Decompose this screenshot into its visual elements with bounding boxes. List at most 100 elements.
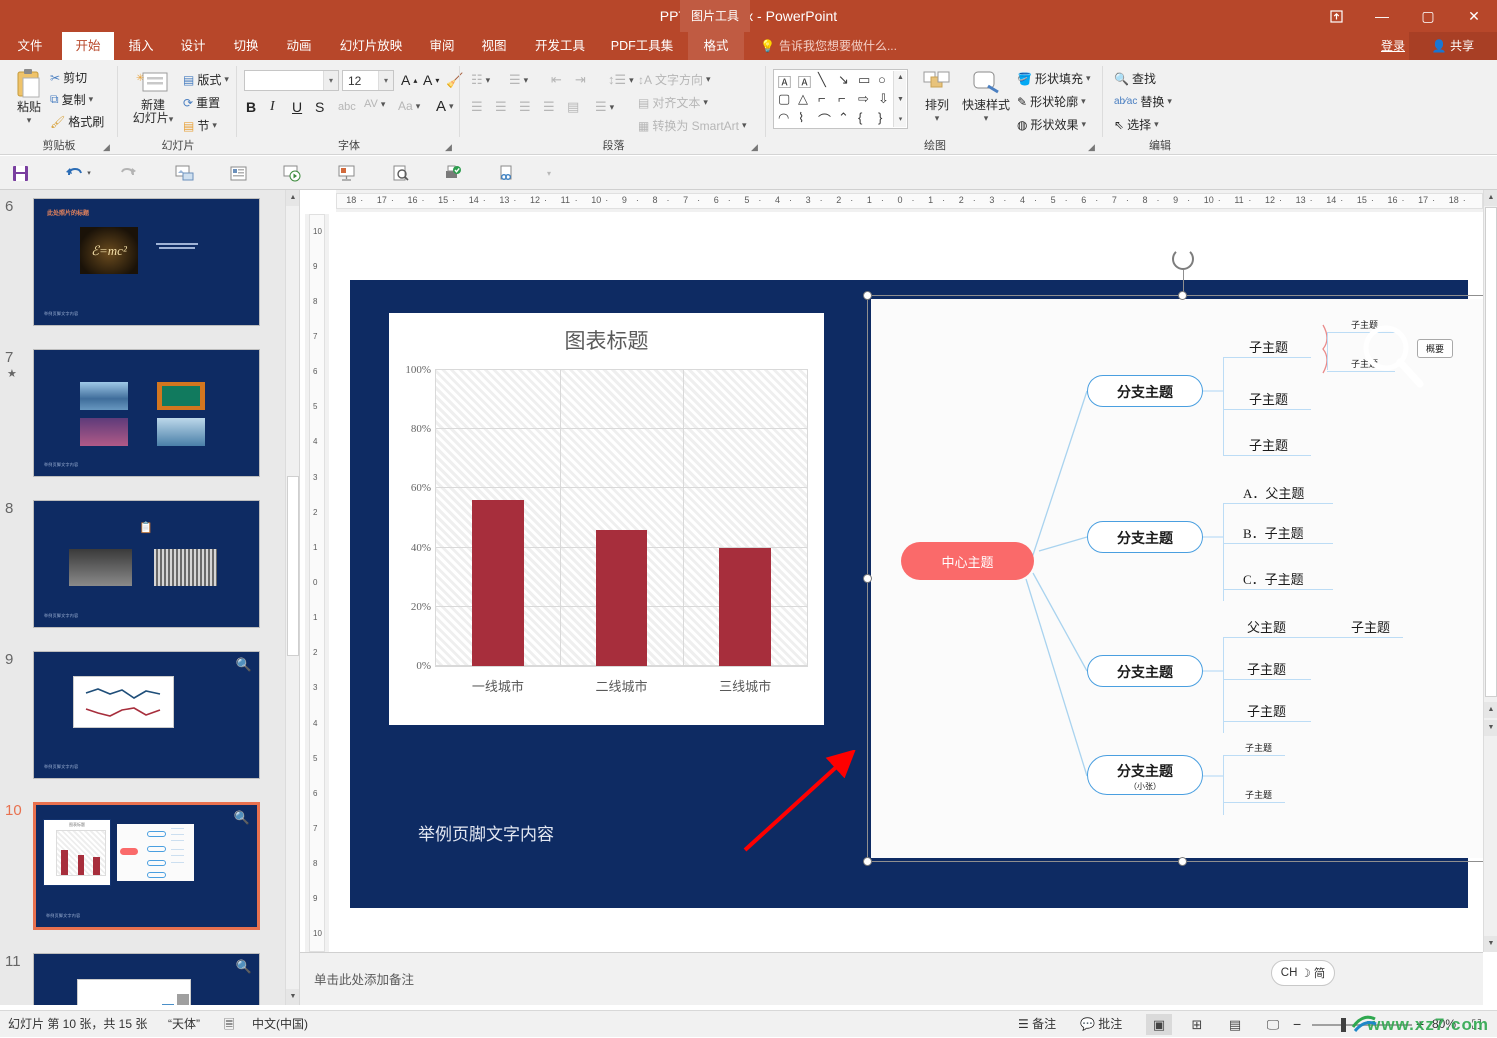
align-text-button[interactable]: ▤对齐文本▾ <box>636 93 710 112</box>
font-size-input[interactable]: 12 ▾ <box>342 70 394 91</box>
shape-fill-button[interactable]: 🪣形状填充▾ <box>1015 69 1093 88</box>
slide-footer-text[interactable]: 举例页脚文字内容 <box>418 820 554 845</box>
tab-design[interactable]: 设计 <box>170 32 216 60</box>
decrease-font-size-button[interactable]: A▾ <box>421 71 441 89</box>
chart-bar[interactable] <box>596 530 648 666</box>
distributed-button[interactable]: ▤ <box>565 98 581 116</box>
rotation-handle[interactable] <box>1172 248 1194 270</box>
tab-transitions[interactable]: 切换 <box>223 32 269 60</box>
font-dialog-launcher[interactable]: ◢ <box>445 142 455 152</box>
canvas-scroll-up-icon[interactable]: ▲ <box>1484 190 1497 206</box>
text-direction-button[interactable]: ↕A文字方向▾ <box>636 70 713 89</box>
tell-me-search[interactable]: 💡告诉我您想要做什么... <box>760 32 897 60</box>
reset-button[interactable]: ⟳ 重置 <box>181 93 222 112</box>
copy-button[interactable]: ⧉ 复制 ▾ <box>48 90 95 109</box>
shape-effects-button[interactable]: ◍形状效果▾ <box>1015 115 1088 134</box>
theme-name[interactable]: “天体” <box>168 1011 200 1038</box>
accessibility-icon[interactable]: 🗏 <box>224 1011 234 1038</box>
convert-smartart-button[interactable]: ▦转换为 SmartArt▾ <box>636 116 749 135</box>
canvas-scrollbar-thumb[interactable] <box>1485 207 1497 697</box>
tab-review[interactable]: 审阅 <box>419 32 465 60</box>
reading-view-button[interactable]: ▤ <box>1222 1014 1248 1035</box>
zoom-slider-knob[interactable] <box>1341 1018 1346 1032</box>
font-size-dropdown-arrow[interactable]: ▾ <box>378 71 393 90</box>
paragraph-dialog-launcher[interactable]: ◢ <box>751 142 761 152</box>
arrange-dropdown-arrow[interactable]: ▾ <box>915 112 959 125</box>
numbering-button[interactable]: ☰▾ <box>507 71 530 89</box>
slideshow-view-button[interactable]: 🖵 <box>1260 1014 1286 1035</box>
layout-dropdown-arrow[interactable]: ▾ <box>224 74 229 85</box>
zoom-out-button[interactable]: − <box>1293 1011 1301 1038</box>
scroll-down-icon[interactable]: ▼ <box>286 989 300 1005</box>
new-slide-button[interactable]: ✳ 新建 幻灯片▾ <box>125 70 181 126</box>
arrange-button[interactable]: 排列 ▾ <box>915 70 959 125</box>
slide-thumbnail-pane[interactable]: 6 此处照片的标题 ℰ=mc² 举例页脚文字内容 7 ★ 举例页脚文字内容 8 … <box>0 190 300 1005</box>
tab-home[interactable]: 开始 <box>62 32 114 60</box>
comments-toggle-button[interactable]: 💬 批注 <box>1080 1011 1122 1038</box>
increase-indent-button[interactable]: ⇥ <box>573 71 588 89</box>
gallery-more-icon[interactable]: ▾ <box>894 113 907 127</box>
clipboard-dialog-launcher[interactable]: ◢ <box>103 142 113 152</box>
bullets-button[interactable]: ☷▾ <box>469 71 492 89</box>
chart-bar[interactable] <box>472 500 524 666</box>
slide-counter[interactable]: 幻灯片 第 10 张，共 15 张 <box>8 1011 147 1038</box>
gallery-scroll-up-icon[interactable]: ▲ <box>894 71 907 85</box>
quick-styles-dropdown-arrow[interactable]: ▾ <box>961 112 1011 125</box>
decrease-indent-button[interactable]: ⇤ <box>549 71 564 89</box>
layout-button[interactable]: ▤ 版式 ▾ <box>181 70 231 89</box>
format-painter-button[interactable]: 🖌 格式刷 <box>48 112 106 131</box>
italic-button[interactable]: I <box>268 98 277 116</box>
shapes-gallery[interactable]: 🄰🄰 ╲↘ ▭○ ▢△ ⌐⌐ ⇨⇩ ◠⌇ ⌒⌃ {} ▲ ▼ ▾ <box>773 69 908 129</box>
tab-developer[interactable]: 开发工具 <box>524 32 596 60</box>
maximize-button[interactable]: ▢ <box>1405 0 1451 32</box>
align-right-button[interactable]: ☰ <box>517 98 533 116</box>
shape-outline-button[interactable]: ✎形状轮廓▾ <box>1015 92 1088 111</box>
slide-sorter-view-button[interactable]: ⊞ <box>1184 1014 1210 1035</box>
notes-toggle-button[interactable]: ☰ 备注 <box>1018 1011 1056 1038</box>
bold-button[interactable]: B <box>244 98 258 116</box>
copy-dropdown-arrow[interactable]: ▾ <box>89 94 94 105</box>
tab-file[interactable]: 文件 <box>6 32 54 60</box>
preview-icon[interactable] <box>388 162 412 184</box>
align-left-button[interactable]: ☰ <box>469 98 485 116</box>
font-name-dropdown-arrow[interactable]: ▾ <box>323 71 338 90</box>
paste-button[interactable]: 粘贴 ▾ <box>6 68 52 127</box>
undo-icon[interactable] <box>62 162 86 184</box>
redo-icon[interactable] <box>116 162 140 184</box>
link-icon[interactable] <box>494 162 518 184</box>
canvas-scroll-down-icon[interactable]: ▼ <box>1484 936 1497 952</box>
tab-slideshow[interactable]: 幻灯片放映 <box>329 32 413 60</box>
share-button[interactable]: 👤 共享 <box>1409 32 1497 60</box>
canvas-vertical-scrollbar[interactable]: ▲ ▲ ▼ ▼ <box>1483 190 1497 952</box>
columns-button[interactable]: ☰▾ <box>593 98 616 116</box>
tab-pdf-tools[interactable]: PDF工具集 <box>602 32 682 60</box>
bar-chart-object[interactable]: 图表标题 0%20%40%60%80%100%一线城市二线城市三线城市 <box>388 312 825 726</box>
save-icon[interactable] <box>8 162 32 184</box>
normal-view-button[interactable]: ▣ <box>1146 1014 1172 1035</box>
section-dropdown-arrow[interactable]: ▾ <box>212 120 217 131</box>
current-slide[interactable]: 图表标题 0%20%40%60%80%100%一线城市二线城市三线城市 中心主题 <box>350 280 1468 908</box>
font-name-input[interactable]: ▾ <box>244 70 339 91</box>
chart-bar[interactable] <box>719 548 771 666</box>
customize-qat-arrow[interactable]: ▾ <box>542 162 556 184</box>
tab-animations[interactable]: 动画 <box>276 32 322 60</box>
start-from-current-icon[interactable] <box>172 162 196 184</box>
slideshow-icon[interactable] <box>334 162 358 184</box>
resize-handle-w[interactable] <box>863 574 872 583</box>
change-case-button[interactable]: Aa▾ <box>396 98 422 114</box>
gallery-scroll-down-icon[interactable]: ▼ <box>894 93 907 107</box>
canvas-next-slide-icon[interactable]: ▼ <box>1484 720 1497 736</box>
shapes-gallery-scrollbar[interactable]: ▲ ▼ ▾ <box>893 71 906 127</box>
undo-dropdown-arrow[interactable]: ▾ <box>84 162 94 184</box>
language-indicator[interactable]: 中文(中国) <box>252 1011 308 1038</box>
restore-up-icon[interactable] <box>1313 0 1359 32</box>
paste-dropdown-arrow[interactable]: ▾ <box>6 114 52 127</box>
scrollbar-thumb[interactable] <box>287 476 299 656</box>
resize-handle-s[interactable] <box>1178 857 1187 866</box>
slide-editing-area[interactable]: 图表标题 0%20%40%60%80%100%一线城市二线城市三线城市 中心主题 <box>330 213 1483 952</box>
tab-format[interactable]: 格式 <box>688 32 744 60</box>
thumbnail-scrollbar[interactable]: ▲ ▼ <box>285 190 299 1005</box>
character-spacing-button[interactable]: AV▾ <box>362 97 387 111</box>
sign-in-link[interactable]: 登录 <box>1381 32 1405 60</box>
present-icon[interactable] <box>280 162 304 184</box>
